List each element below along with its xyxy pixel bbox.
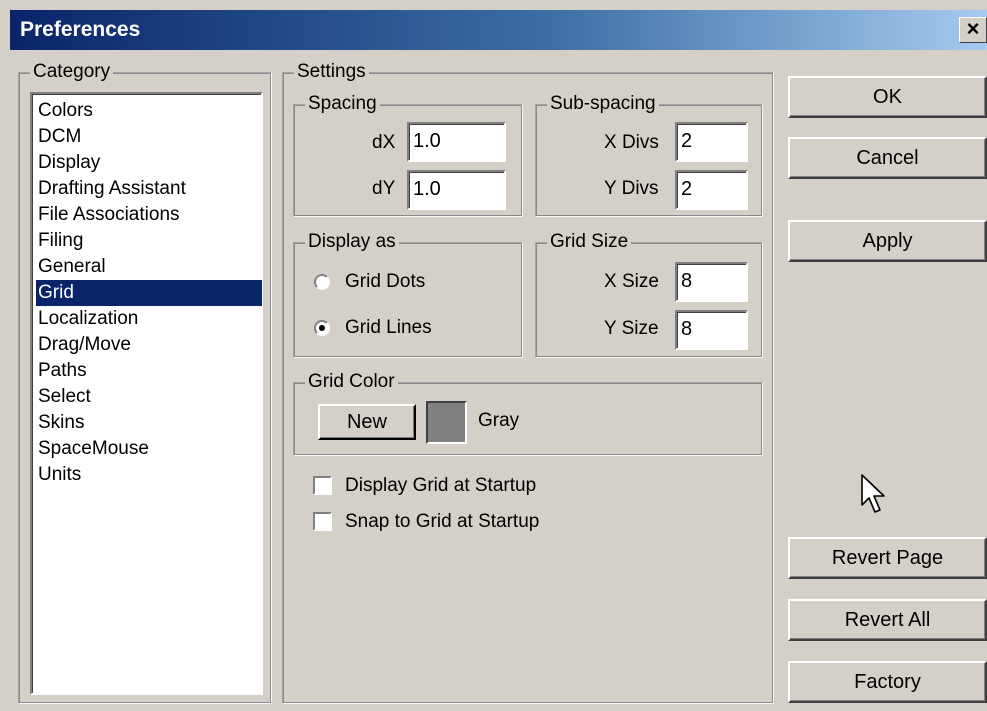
category-item-drag-move[interactable]: Drag/Move [36,332,262,358]
xsize-label: X Size [604,271,659,292]
category-item-grid[interactable]: Grid [36,280,262,306]
preferences-dialog: Preferences × Category Colors DCM Display D… [0,0,987,711]
grid-lines-radio[interactable] [314,320,330,336]
close-button[interactable]: × [959,17,987,43]
settings-legend: Settings [294,61,369,83]
grid-color-name: Gray [478,410,520,431]
spacing-legend: Spacing [305,93,380,115]
dx-field[interactable]: 1.0 [407,122,506,162]
display-grid-startup-checkbox[interactable] [313,476,332,495]
category-item-skins[interactable]: Skins [36,410,262,436]
title-bar[interactable]: Preferences × [10,10,987,50]
category-item-select[interactable]: Select [36,384,262,410]
arrow-cursor-icon [861,474,885,513]
category-item-filing[interactable]: Filing [36,228,262,254]
xsize-field[interactable]: 8 [675,262,748,302]
category-item-localization[interactable]: Localization [36,306,262,332]
grid-dots-label: Grid Dots [345,271,426,292]
new-color-button[interactable]: New [318,404,416,440]
grid-color-swatch[interactable] [426,401,467,444]
category-item-units[interactable]: Units [36,462,262,488]
revert-all-button[interactable]: Revert All [788,599,987,641]
category-item-dcm[interactable]: DCM [36,124,262,150]
xdivs-field[interactable]: 2 [675,122,748,162]
grid-dots-radio[interactable] [314,274,330,290]
snap-grid-startup-checkbox[interactable] [313,512,332,531]
ysize-label: Y Size [604,318,659,339]
close-icon: × [966,16,980,41]
category-item-colors[interactable]: Colors [36,98,262,124]
grid-lines-label: Grid Lines [345,317,432,338]
category-item-spacemouse[interactable]: SpaceMouse [36,436,262,462]
ydivs-field[interactable]: 2 [675,170,748,210]
category-item-file-associations[interactable]: File Associations [36,202,262,228]
revert-page-button[interactable]: Revert Page [788,537,987,579]
display-as-legend: Display as [305,231,399,253]
category-item-paths[interactable]: Paths [36,358,262,384]
ydivs-label: Y Divs [604,178,659,199]
subspacing-legend: Sub-spacing [547,93,659,115]
grid-size-legend: Grid Size [547,231,632,253]
display-grid-startup-label: Display Grid at Startup [345,475,537,496]
ysize-field[interactable]: 8 [675,310,748,350]
category-legend: Category [30,61,114,83]
category-listbox[interactable]: Colors DCM Display Drafting Assistant File A… [30,92,263,695]
category-item-general[interactable]: General [36,254,262,280]
snap-grid-startup-label: Snap to Grid at Startup [345,511,540,532]
apply-button[interactable]: Apply [788,220,987,262]
dialog-title: Preferences [20,18,141,41]
cancel-button[interactable]: Cancel [788,137,987,179]
xdivs-label: X Divs [604,132,659,153]
ok-button[interactable]: OK [788,76,987,118]
category-item-drafting-assistant[interactable]: Drafting Assistant [36,176,262,202]
factory-button[interactable]: Factory [788,661,987,703]
dy-label: dY [372,178,396,199]
dy-field[interactable]: 1.0 [407,170,506,210]
radio-selected-dot [319,325,325,331]
dx-label: dX [372,132,396,153]
display-as-group: Display as [293,231,523,358]
grid-color-legend: Grid Color [305,371,398,393]
category-item-display[interactable]: Display [36,150,262,176]
